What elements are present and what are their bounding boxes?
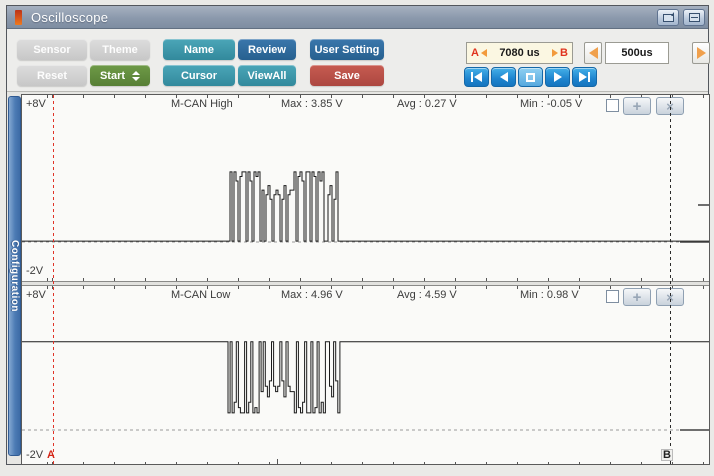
channel-1-mcan-high[interactable]: +8V M-CAN High Max : 3.85 V Avg : 0.27 V… bbox=[22, 95, 709, 281]
channel-1-bottom-ticks bbox=[22, 278, 709, 281]
stop-icon bbox=[526, 73, 535, 82]
channel-1-min-value: Min : -0.05 V bbox=[520, 98, 582, 110]
playback-play-button[interactable] bbox=[545, 67, 570, 87]
channel-1-add-button[interactable]: + bbox=[623, 97, 651, 115]
main-area: Configuration +8V M-CAN High Max : 3.85 … bbox=[7, 91, 708, 464]
cursor-a-range-label: A bbox=[471, 47, 479, 59]
timebase-decrease-button[interactable] bbox=[584, 42, 602, 64]
channel-2-name: M-CAN Low bbox=[171, 289, 230, 301]
timebase-increase-button[interactable] bbox=[692, 42, 710, 64]
scope-plot-area[interactable]: +8V M-CAN High Max : 3.85 V Avg : 0.27 V… bbox=[21, 94, 710, 465]
cursor-b-range-label: B bbox=[560, 47, 568, 59]
configuration-tab[interactable]: Configuration bbox=[8, 96, 21, 456]
channel-2-bottom-ticks bbox=[22, 462, 709, 465]
reset-button[interactable]: Reset bbox=[17, 65, 87, 86]
cursor-a-line[interactable] bbox=[53, 95, 54, 464]
cursor-b-label: B bbox=[661, 449, 673, 461]
restore-window-button[interactable] bbox=[657, 9, 679, 26]
channel-1-checkbox[interactable] bbox=[606, 99, 619, 112]
window-title: Oscilloscope bbox=[31, 10, 108, 25]
viewall-button[interactable]: ViewAll bbox=[238, 65, 296, 86]
skip-end-icon bbox=[579, 72, 587, 82]
channel-2-avg-value: Avg : 4.59 V bbox=[397, 289, 457, 301]
channel-2-center-tick bbox=[277, 459, 278, 465]
cursor-b-line[interactable] bbox=[670, 95, 671, 464]
left-arrow-icon bbox=[589, 47, 598, 59]
name-button[interactable]: Name bbox=[163, 39, 235, 60]
theme-button[interactable]: Theme bbox=[90, 39, 150, 60]
cursor-button[interactable]: Cursor bbox=[163, 65, 235, 86]
channel-2-top-scale-label: +8V bbox=[26, 289, 46, 301]
ab-range-value: 7080 us bbox=[487, 47, 552, 59]
channel-2-bottom-scale-label: -2V bbox=[26, 449, 43, 461]
channel-2-min-value: Min : 0.98 V bbox=[520, 289, 579, 301]
channel-1-avg-value: Avg : 0.27 V bbox=[397, 98, 457, 110]
playback-stop-button[interactable] bbox=[518, 67, 543, 87]
toolbar: Sensor Theme Name Review User Setting Re… bbox=[7, 29, 708, 91]
play-icon bbox=[554, 72, 562, 82]
skip-start-icon bbox=[471, 72, 473, 82]
range-b-arrow-icon bbox=[552, 49, 558, 57]
playback-skip-start-button[interactable] bbox=[464, 67, 489, 87]
channel-2-mcan-low[interactable]: +8V M-CAN Low Max : 4.96 V Avg : 4.59 V … bbox=[22, 286, 709, 465]
configuration-tab-label: Configuration bbox=[9, 240, 20, 312]
channel-1-bottom-scale-label: -2V bbox=[26, 265, 43, 277]
timebase-field[interactable] bbox=[605, 42, 669, 64]
right-arrow-icon bbox=[697, 47, 706, 59]
channel-1-name: M-CAN High bbox=[171, 98, 233, 110]
cursor-a-label: A bbox=[47, 449, 55, 461]
title-bar[interactable]: Oscilloscope bbox=[7, 6, 708, 29]
review-button[interactable]: Review bbox=[238, 39, 296, 60]
playback-skip-end-button[interactable] bbox=[572, 67, 597, 87]
ab-range-display[interactable]: A 7080 us B bbox=[466, 42, 573, 64]
channel-2-max-value: Max : 4.96 V bbox=[281, 289, 343, 301]
channel-2-waveform bbox=[22, 286, 709, 465]
oscilloscope-window: Oscilloscope Sensor Theme Name Review Us… bbox=[6, 5, 709, 465]
channel-1-top-scale-label: +8V bbox=[26, 98, 46, 110]
channel-2-checkbox[interactable] bbox=[606, 290, 619, 303]
window-menu-icon bbox=[689, 13, 700, 22]
start-spinner-icon bbox=[132, 71, 140, 81]
app-icon bbox=[15, 10, 22, 25]
channel-1-max-value: Max : 3.85 V bbox=[281, 98, 343, 110]
channel-1-waveform bbox=[22, 95, 709, 281]
playback-controls bbox=[464, 67, 597, 87]
step-back-icon bbox=[500, 72, 508, 82]
user-setting-button[interactable]: User Setting bbox=[310, 39, 384, 60]
save-button[interactable]: Save bbox=[310, 65, 384, 86]
start-button-label: Start bbox=[100, 70, 125, 82]
playback-step-back-button[interactable] bbox=[491, 67, 516, 87]
restore-window-icon bbox=[663, 14, 674, 22]
channel-2-add-button[interactable]: + bbox=[623, 288, 651, 306]
window-menu-button[interactable] bbox=[683, 9, 705, 26]
start-button[interactable]: Start bbox=[90, 65, 150, 86]
sensor-button[interactable]: Sensor bbox=[17, 39, 87, 60]
